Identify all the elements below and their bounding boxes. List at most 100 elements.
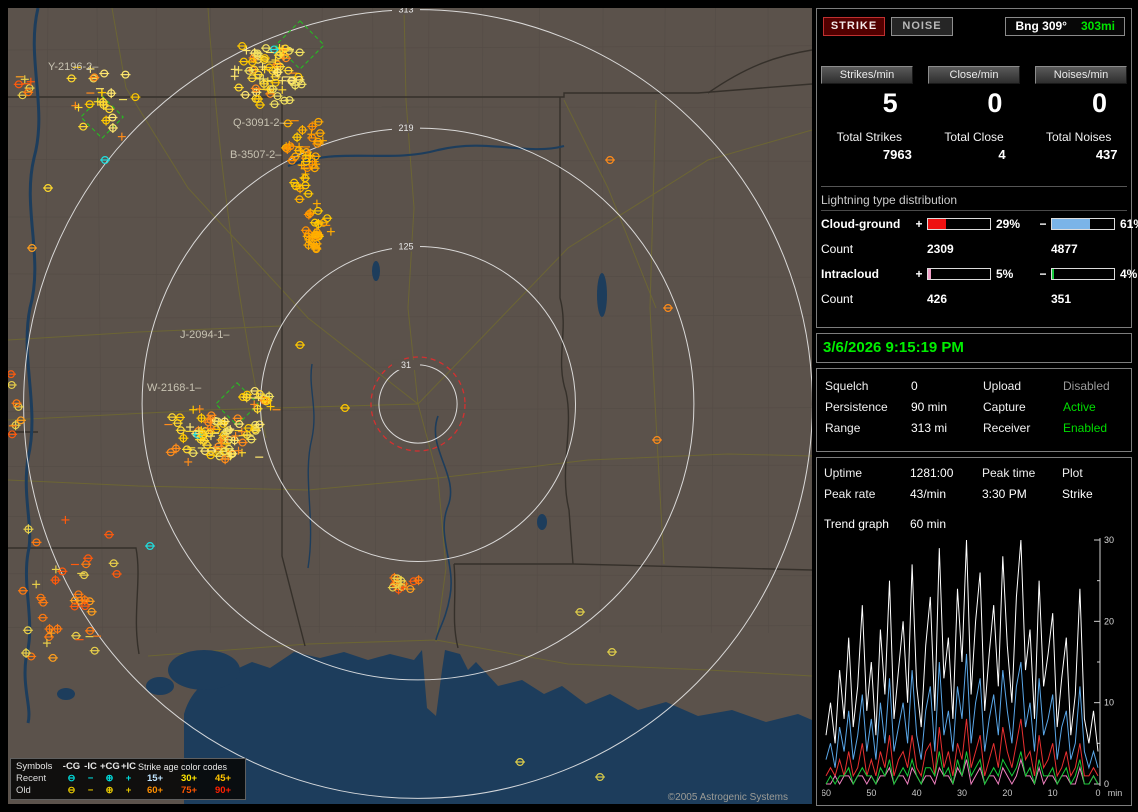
plus-sign: + xyxy=(915,267,923,281)
strike-symbol xyxy=(607,647,617,656)
strike-symbol xyxy=(52,623,63,634)
strike-symbol xyxy=(309,164,320,173)
strike-symbol xyxy=(195,405,204,414)
strike-symbol xyxy=(167,413,178,422)
upload-label: Upload xyxy=(983,379,1022,394)
intracloud-label: Intracloud xyxy=(821,267,880,281)
noise-mode-button[interactable]: NOISE xyxy=(891,17,953,36)
peak-rate-value: 43/min xyxy=(910,487,947,501)
trend-series--IC xyxy=(826,757,1099,786)
total-close-label: Total Close xyxy=(944,130,1004,144)
intracloud-count-row: Count 426 351 xyxy=(817,287,1131,311)
strike-symbol xyxy=(22,626,33,635)
cg-positive-bar xyxy=(927,218,991,230)
strike-symbol xyxy=(23,524,34,535)
legend-age-code: 45+ xyxy=(214,773,232,784)
strike-symbol xyxy=(104,530,115,539)
legend-symbols-header: Symbols xyxy=(16,761,53,772)
strike-symbol xyxy=(269,100,280,109)
svg-text:0: 0 xyxy=(1095,788,1100,798)
legend-symbol: − xyxy=(87,785,94,796)
strike-symbol xyxy=(237,448,246,457)
strike-symbol xyxy=(295,341,305,350)
legend-symbol: − xyxy=(87,773,94,784)
strike-symbol xyxy=(303,189,314,198)
strike-symbol xyxy=(312,199,321,208)
close-per-min-button[interactable]: Close/min xyxy=(928,66,1020,84)
legend-type-header: -IC xyxy=(84,761,97,772)
svg-text:40: 40 xyxy=(912,788,922,798)
strike-symbol xyxy=(230,72,239,81)
legend-type-header: +CG xyxy=(100,761,120,772)
strike-symbol xyxy=(47,653,58,662)
ring-labels: 31 125 219 313 xyxy=(392,8,420,370)
trend-graph-label: Trend graph xyxy=(824,517,889,531)
svg-text:30: 30 xyxy=(1104,536,1114,545)
squelch-value: 0 xyxy=(911,379,918,394)
receiver-label: Receiver xyxy=(983,421,1031,436)
total-noises-label: Total Noises xyxy=(1045,130,1112,144)
noises-per-min-button[interactable]: Noises/min xyxy=(1035,66,1127,84)
total-value-row: 7963 4 437 xyxy=(817,147,1131,162)
clock: 3/6/2026 9:15:19 PM xyxy=(823,339,964,357)
distribution-title: Lightning type distribution xyxy=(821,193,1127,211)
strikes-per-min-button[interactable]: Strikes/min xyxy=(821,66,913,84)
intracloud-row: Intracloud + 5% − 4% xyxy=(817,261,1137,287)
total-label-row: Total Strikes Total Close Total Noises xyxy=(817,130,1131,144)
svg-text:Y-2196-2–: Y-2196-2– xyxy=(48,61,99,73)
strike-symbol xyxy=(66,74,77,83)
strike-symbol xyxy=(322,214,333,223)
svg-text:50: 50 xyxy=(866,788,876,798)
strike-symbol xyxy=(175,426,186,435)
trend-graph-value: 60 min xyxy=(910,517,947,531)
strike-symbol xyxy=(43,184,53,193)
legend-age-header: Strike age color codes xyxy=(138,762,228,772)
peak-time-value: 3:30 PM xyxy=(982,487,1027,501)
persistence-value: 90 min xyxy=(911,400,948,415)
cloud-ground-label: Cloud-ground xyxy=(821,217,901,231)
strike-symbol xyxy=(8,380,17,389)
minus-sign: − xyxy=(1039,267,1047,281)
settings-row: Range 313 mi Receiver Enabled xyxy=(823,418,1125,439)
receiver-status: Enabled xyxy=(1063,421,1108,436)
strike-symbol xyxy=(165,448,176,457)
legend-symbol: + xyxy=(125,785,132,796)
county-borders xyxy=(8,8,812,634)
minus-sign: − xyxy=(1039,217,1047,231)
legend-symbol: ⊖ xyxy=(67,785,76,796)
strike-symbol xyxy=(294,195,305,204)
strike-symbol xyxy=(43,632,54,641)
strike-symbol xyxy=(50,575,61,586)
map-legend: Symbols -CG -IC +CG +IC Strike age color code… xyxy=(10,758,246,800)
bearing-display: Bng 309° 303mi xyxy=(1005,17,1125,36)
plot-value: Strike xyxy=(1062,487,1093,501)
settings-row: Persistence 90 min Capture Active xyxy=(823,397,1125,418)
strike-symbol xyxy=(78,122,89,131)
strike-symbol xyxy=(111,570,122,579)
strike-symbol xyxy=(99,69,110,78)
lightning-map[interactable]: 31 125 219 313 Y-2196-2– Q-3091-2– B-3507-2– J-… xyxy=(8,8,812,804)
trend-graph: 302010060 50 40 30 20 10 0 min xyxy=(822,536,1122,798)
strike-symbol xyxy=(108,559,119,568)
svg-text:10: 10 xyxy=(1104,698,1114,708)
road-layer xyxy=(8,8,812,677)
strike-symbol xyxy=(246,435,257,444)
strike-symbol xyxy=(11,399,22,408)
status-row: Peak rate 43/min 3:30 PM Strike xyxy=(822,484,1126,505)
noises-per-min-value: 0 xyxy=(1091,88,1108,118)
total-strikes-value: 7963 xyxy=(882,147,912,162)
strike-symbol xyxy=(605,156,615,165)
rivers xyxy=(23,8,565,724)
map-canvas: 31 125 219 313 Y-2196-2– Q-3091-2– B-3507-2– J-… xyxy=(8,8,812,804)
close-per-min-value: 0 xyxy=(987,88,1003,118)
persistence-label: Persistence xyxy=(825,400,888,415)
svg-text:31: 31 xyxy=(401,360,411,370)
trend-series-Total-strikes xyxy=(825,539,1099,752)
strike-symbol xyxy=(31,538,42,547)
legend-age-code: 15+ xyxy=(146,773,164,784)
strike-symbol xyxy=(100,156,110,165)
strike-mode-button[interactable]: STRIKE xyxy=(823,17,885,36)
storm-cell-labels: Y-2196-2– Q-3091-2– B-3507-2– J-2094-1– W-21… xyxy=(48,61,286,394)
strike-symbol xyxy=(230,65,239,74)
sidebar: STRIKE NOISE Bng 309° 303mi Strikes/min … xyxy=(816,8,1138,806)
